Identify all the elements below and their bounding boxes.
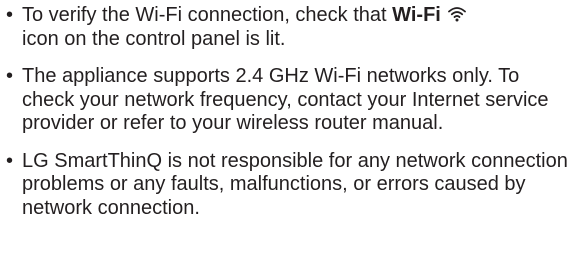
note-text-after: icon on the control panel is lit.: [22, 27, 286, 50]
note-frequency: • The appliance supports 2.4 GHz Wi-Fi n…: [6, 65, 571, 136]
notes-list: • To verify the Wi-Fi connection, check …: [6, 4, 571, 220]
bullet: •: [6, 149, 14, 172]
note-text: The appliance supports 2.4 GHz Wi-Fi net…: [22, 65, 549, 134]
note-text: LG SmartThinQ is not responsible for any…: [22, 149, 568, 219]
note-wifi-verify: • To verify the Wi-Fi connection, check …: [6, 4, 571, 51]
bullet: •: [6, 4, 14, 26]
note-text-before: To verify the Wi-Fi connection, check th…: [22, 4, 393, 26]
wifi-label: Wi-Fi: [392, 4, 441, 26]
wifi-icon: [448, 7, 467, 22]
note-liability: • LG SmartThinQ is not responsible for a…: [6, 150, 571, 221]
bullet: •: [6, 65, 14, 87]
